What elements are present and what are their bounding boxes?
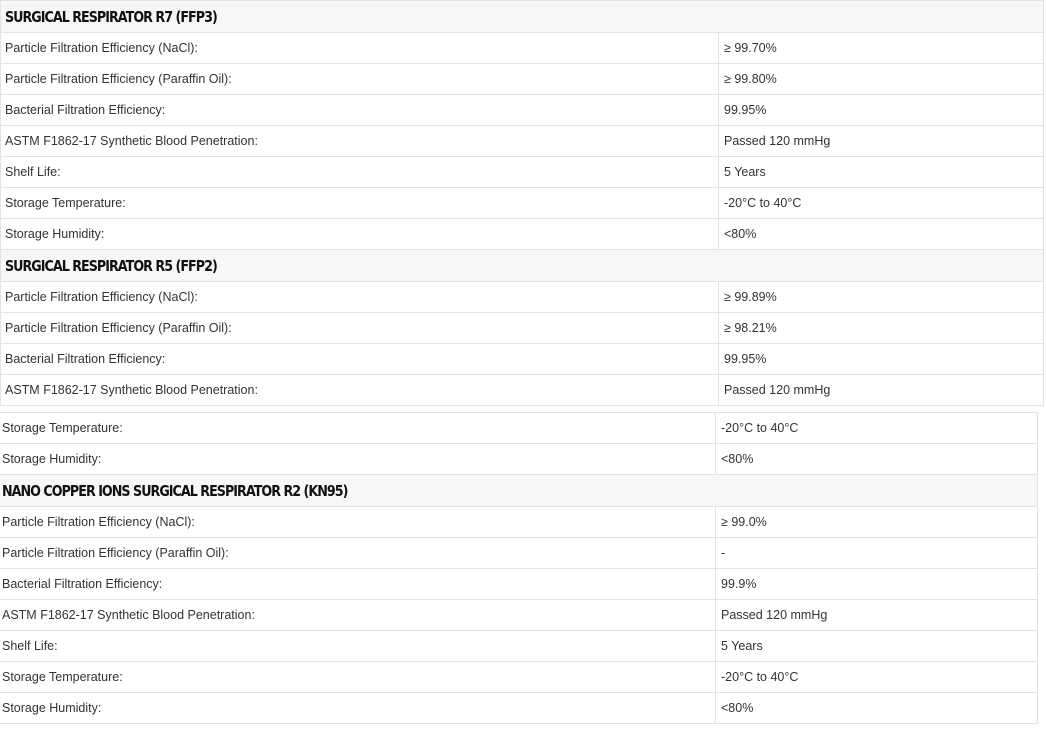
table-row: Particle Filtration Efficiency (Paraffin…: [0, 537, 1038, 569]
section-title: NANO COPPER IONS SURGICAL RESPIRATOR R2 …: [0, 474, 1038, 507]
spec-value: -: [715, 537, 1038, 569]
spec-label: Storage Temperature:: [0, 412, 716, 444]
spec-label: Particle Filtration Efficiency (Paraffin…: [0, 63, 719, 95]
spec-label: Storage Humidity:: [0, 692, 716, 724]
spec-label: Storage Temperature:: [0, 187, 719, 219]
spec-label: Storage Humidity:: [0, 443, 716, 475]
table-row: Storage Temperature: -20°C to 40°C: [0, 412, 1038, 444]
spec-label: Shelf Life:: [0, 156, 719, 188]
spec-value: 99.95%: [718, 94, 1044, 126]
spec-value: <80%: [718, 218, 1044, 250]
spec-value: ≥ 99.80%: [718, 63, 1044, 95]
section-header-r7: SURGICAL RESPIRATOR R7 (FFP3): [0, 0, 1044, 33]
table-row: Storage Humidity: <80%: [0, 218, 1044, 250]
section-header-r2: NANO COPPER IONS SURGICAL RESPIRATOR R2 …: [0, 474, 1038, 507]
spec-label: Particle Filtration Efficiency (NaCl):: [0, 281, 719, 313]
section-title: SURGICAL RESPIRATOR R5 (FFP2): [0, 249, 1044, 282]
spec-value: ≥ 99.70%: [718, 32, 1044, 64]
table-row: Bacterial Filtration Efficiency: 99.95%: [0, 343, 1044, 375]
spec-label: Bacterial Filtration Efficiency:: [0, 343, 719, 375]
spec-value: <80%: [715, 443, 1038, 475]
spec-label: ASTM F1862-17 Synthetic Blood Penetratio…: [0, 374, 719, 406]
spec-value: Passed 120 mmHg: [715, 599, 1038, 631]
table-row: Storage Humidity: <80%: [0, 692, 1038, 724]
spec-value: 5 Years: [715, 630, 1038, 662]
spec-label: ASTM F1862-17 Synthetic Blood Penetratio…: [0, 599, 716, 631]
spec-label: Bacterial Filtration Efficiency:: [0, 568, 716, 600]
table-row: Bacterial Filtration Efficiency: 99.95%: [0, 94, 1044, 126]
table-row: Bacterial Filtration Efficiency: 99.9%: [0, 568, 1038, 600]
spec-value: Passed 120 mmHg: [718, 374, 1044, 406]
spec-label: Particle Filtration Efficiency (NaCl):: [0, 506, 716, 538]
table-row: ASTM F1862-17 Synthetic Blood Penetratio…: [0, 599, 1038, 631]
spec-value: -20°C to 40°C: [715, 412, 1038, 444]
spec-label: Shelf Life:: [0, 630, 716, 662]
table-row: Storage Temperature: -20°C to 40°C: [0, 661, 1038, 693]
section-header-r5: SURGICAL RESPIRATOR R5 (FFP2): [0, 249, 1044, 282]
table-row: Storage Temperature: -20°C to 40°C: [0, 187, 1044, 219]
spec-value: <80%: [715, 692, 1038, 724]
spec-value: Passed 120 mmHg: [718, 125, 1044, 157]
table-row: Particle Filtration Efficiency (NaCl): ≥…: [0, 32, 1044, 64]
table-row: Storage Humidity: <80%: [0, 443, 1038, 475]
table-row: Shelf Life: 5 Years: [0, 156, 1044, 188]
table-row: Particle Filtration Efficiency (NaCl): ≥…: [0, 506, 1038, 538]
spec-label: Particle Filtration Efficiency (Paraffin…: [0, 312, 719, 344]
table-row: ASTM F1862-17 Synthetic Blood Penetratio…: [0, 374, 1044, 406]
spec-value: 99.95%: [718, 343, 1044, 375]
table-row: Shelf Life: 5 Years: [0, 630, 1038, 662]
spec-value: -20°C to 40°C: [715, 661, 1038, 693]
spec-value: ≥ 98.21%: [718, 312, 1044, 344]
spec-value: ≥ 99.0%: [715, 506, 1038, 538]
spec-table-r5-r2: Storage Temperature: -20°C to 40°C Stora…: [0, 412, 1038, 724]
table-row: ASTM F1862-17 Synthetic Blood Penetratio…: [0, 125, 1044, 157]
spec-label: ASTM F1862-17 Synthetic Blood Penetratio…: [0, 125, 719, 157]
spec-label: Storage Temperature:: [0, 661, 716, 693]
spec-value: ≥ 99.89%: [718, 281, 1044, 313]
table-row: Particle Filtration Efficiency (Paraffin…: [0, 312, 1044, 344]
spec-value: 5 Years: [718, 156, 1044, 188]
spec-label: Particle Filtration Efficiency (Paraffin…: [0, 537, 716, 569]
spec-table-r7-r5: SURGICAL RESPIRATOR R7 (FFP3) Particle F…: [0, 0, 1044, 406]
spec-value: -20°C to 40°C: [718, 187, 1044, 219]
section-title: SURGICAL RESPIRATOR R7 (FFP3): [0, 0, 1044, 33]
spec-value: 99.9%: [715, 568, 1038, 600]
table-row: Particle Filtration Efficiency (NaCl): ≥…: [0, 281, 1044, 313]
spec-label: Bacterial Filtration Efficiency:: [0, 94, 719, 126]
spec-label: Particle Filtration Efficiency (NaCl):: [0, 32, 719, 64]
spec-label: Storage Humidity:: [0, 218, 719, 250]
table-row: Particle Filtration Efficiency (Paraffin…: [0, 63, 1044, 95]
